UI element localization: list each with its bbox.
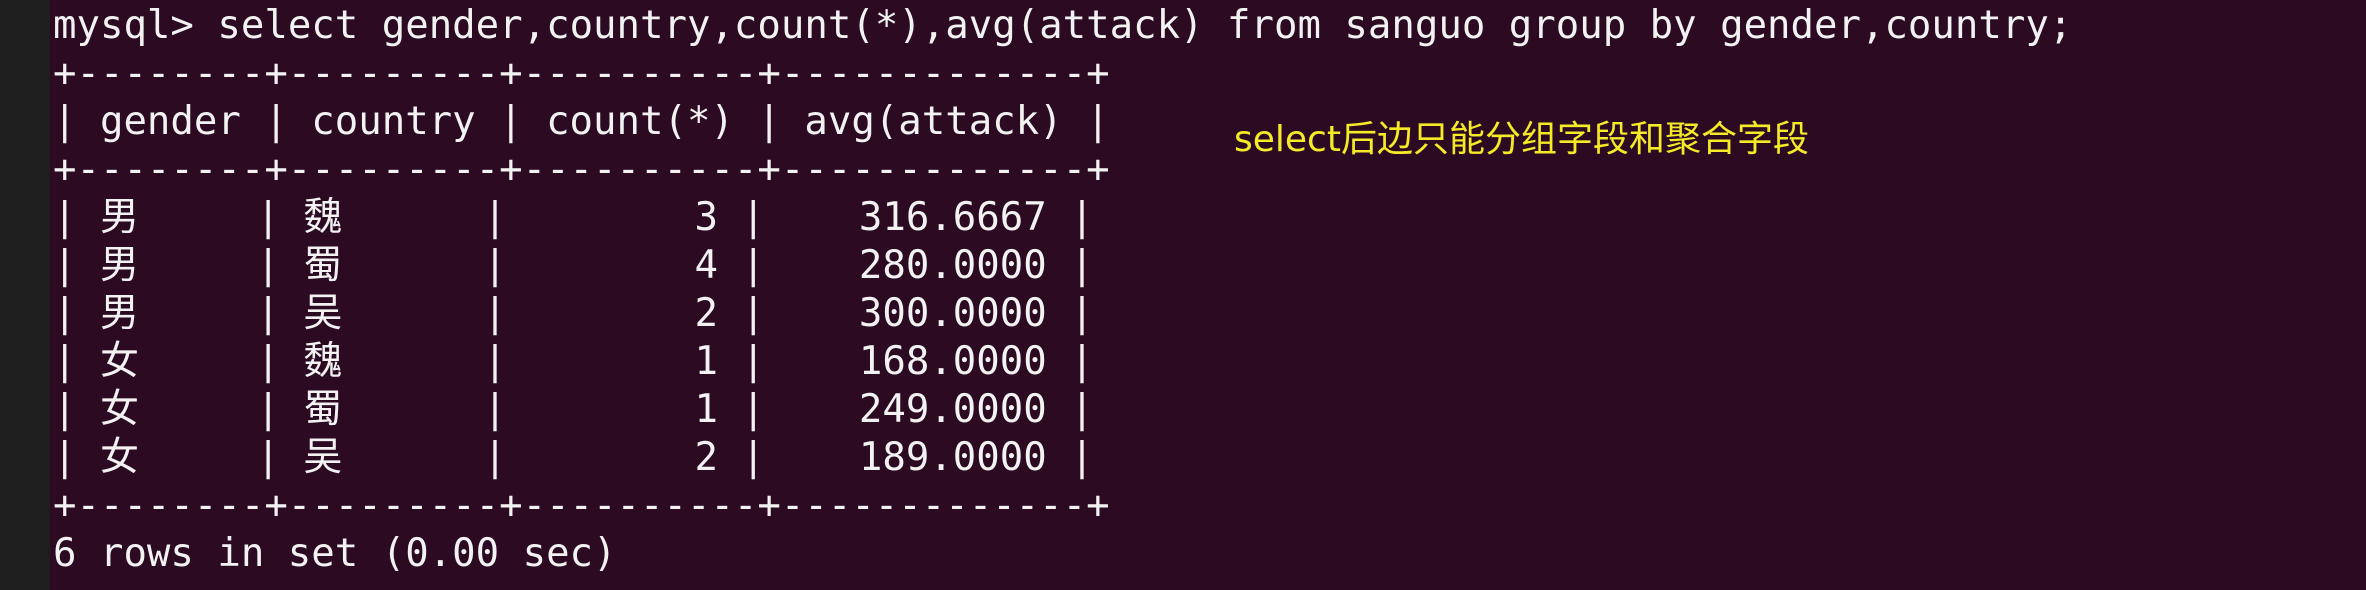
table-border-top: +--------+---------+----------+---------…: [53, 51, 1110, 96]
table-row: | 男 | 魏 | 3 | 316.6667 |: [53, 195, 1094, 240]
left-window-strip: [0, 0, 50, 590]
table-row: | 男 | 吴 | 2 | 300.0000 |: [53, 291, 1094, 336]
table-border-bottom: +--------+---------+----------+---------…: [53, 483, 1110, 528]
table-row: | 女 | 吴 | 2 | 189.0000 |: [53, 435, 1094, 480]
table-row: | 女 | 魏 | 1 | 168.0000 |: [53, 339, 1094, 384]
annotation-note: select后边只能分组字段和聚合字段: [1234, 119, 1809, 160]
result-summary: 6 rows in set (0.00 sec): [53, 531, 617, 576]
mysql-prompt: mysql>: [53, 3, 218, 48]
command-line: mysql> select gender,country,count(*),av…: [53, 2, 2072, 50]
table-header-row: | gender | country | count(*) | avg(atta…: [53, 99, 1110, 144]
table-border-mid: +--------+---------+----------+---------…: [53, 147, 1110, 192]
table-row: | 男 | 蜀 | 4 | 280.0000 |: [53, 243, 1094, 288]
terminal-window[interactable]: mysql> select gender,country,count(*),av…: [50, 0, 2366, 590]
sql-command: select gender,country,count(*),avg(attac…: [217, 3, 2073, 48]
table-row: | 女 | 蜀 | 1 | 249.0000 |: [53, 387, 1094, 432]
